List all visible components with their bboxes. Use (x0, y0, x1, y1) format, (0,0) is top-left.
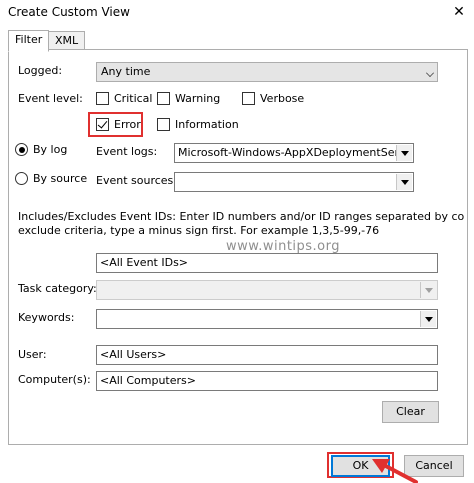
by-log-label: By log (33, 143, 68, 156)
dropdown-arrow-icon (420, 282, 436, 298)
event-logs-value: Microsoft-Windows-AppXDeploymentServer/C (178, 146, 396, 159)
chevron-down-icon (426, 69, 434, 77)
event-ids-value: <All Event IDs> (100, 256, 189, 269)
clear-button[interactable]: Clear (382, 401, 439, 423)
information-checkbox[interactable] (157, 118, 170, 131)
tab-filter[interactable]: Filter (8, 30, 50, 52)
event-logs-label: Event logs: (96, 145, 158, 158)
event-sources-label: Event sources: (96, 174, 177, 187)
user-label: User: (18, 348, 47, 361)
event-level-label: Event level: (18, 92, 83, 105)
information-label: Information (175, 118, 239, 131)
by-log-radio[interactable] (15, 143, 28, 156)
by-source-radio[interactable] (15, 172, 28, 185)
dropdown-arrow-icon[interactable] (396, 174, 412, 190)
warning-label: Warning (175, 92, 221, 105)
watermark: www.wintips.org (226, 239, 341, 254)
event-ids-help-line2: exclude criteria, type a minus sign firs… (18, 224, 380, 237)
window-title: Create Custom View (8, 5, 130, 19)
dropdown-arrow-icon[interactable] (396, 145, 412, 161)
logged-label: Logged: (18, 64, 63, 77)
error-label: Error (114, 118, 141, 131)
computers-label: Computer(s): (18, 373, 91, 386)
close-icon[interactable]: ✕ (447, 2, 471, 22)
computers-value: <All Computers> (100, 374, 196, 387)
verbose-label: Verbose (260, 92, 305, 105)
red-arrow-icon (372, 459, 418, 483)
by-source-label: By source (33, 172, 88, 185)
logged-dropdown[interactable]: Any time (96, 62, 438, 82)
critical-checkbox[interactable] (96, 92, 109, 105)
event-sources-dropdown[interactable] (174, 172, 414, 192)
logged-value: Any time (101, 65, 151, 78)
event-ids-input[interactable]: <All Event IDs> (96, 253, 438, 273)
title-bar: Create Custom View ✕ (0, 0, 474, 24)
dropdown-arrow-icon[interactable] (420, 311, 436, 327)
user-value: <All Users> (100, 348, 167, 361)
computers-input[interactable]: <All Computers> (96, 371, 438, 391)
error-checkbox[interactable] (96, 118, 109, 131)
task-category-label: Task category: (18, 282, 97, 295)
tab-xml[interactable]: XML (48, 31, 86, 51)
keywords-dropdown[interactable] (96, 309, 438, 329)
task-category-dropdown (96, 280, 438, 300)
event-logs-dropdown[interactable]: Microsoft-Windows-AppXDeploymentServer/C (174, 143, 414, 163)
warning-checkbox[interactable] (157, 92, 170, 105)
verbose-checkbox[interactable] (242, 92, 255, 105)
event-ids-help-line1: Includes/Excludes Event IDs: Enter ID nu… (18, 210, 464, 223)
critical-label: Critical (114, 92, 153, 105)
keywords-label: Keywords: (18, 311, 75, 324)
user-input[interactable]: <All Users> (96, 345, 438, 365)
